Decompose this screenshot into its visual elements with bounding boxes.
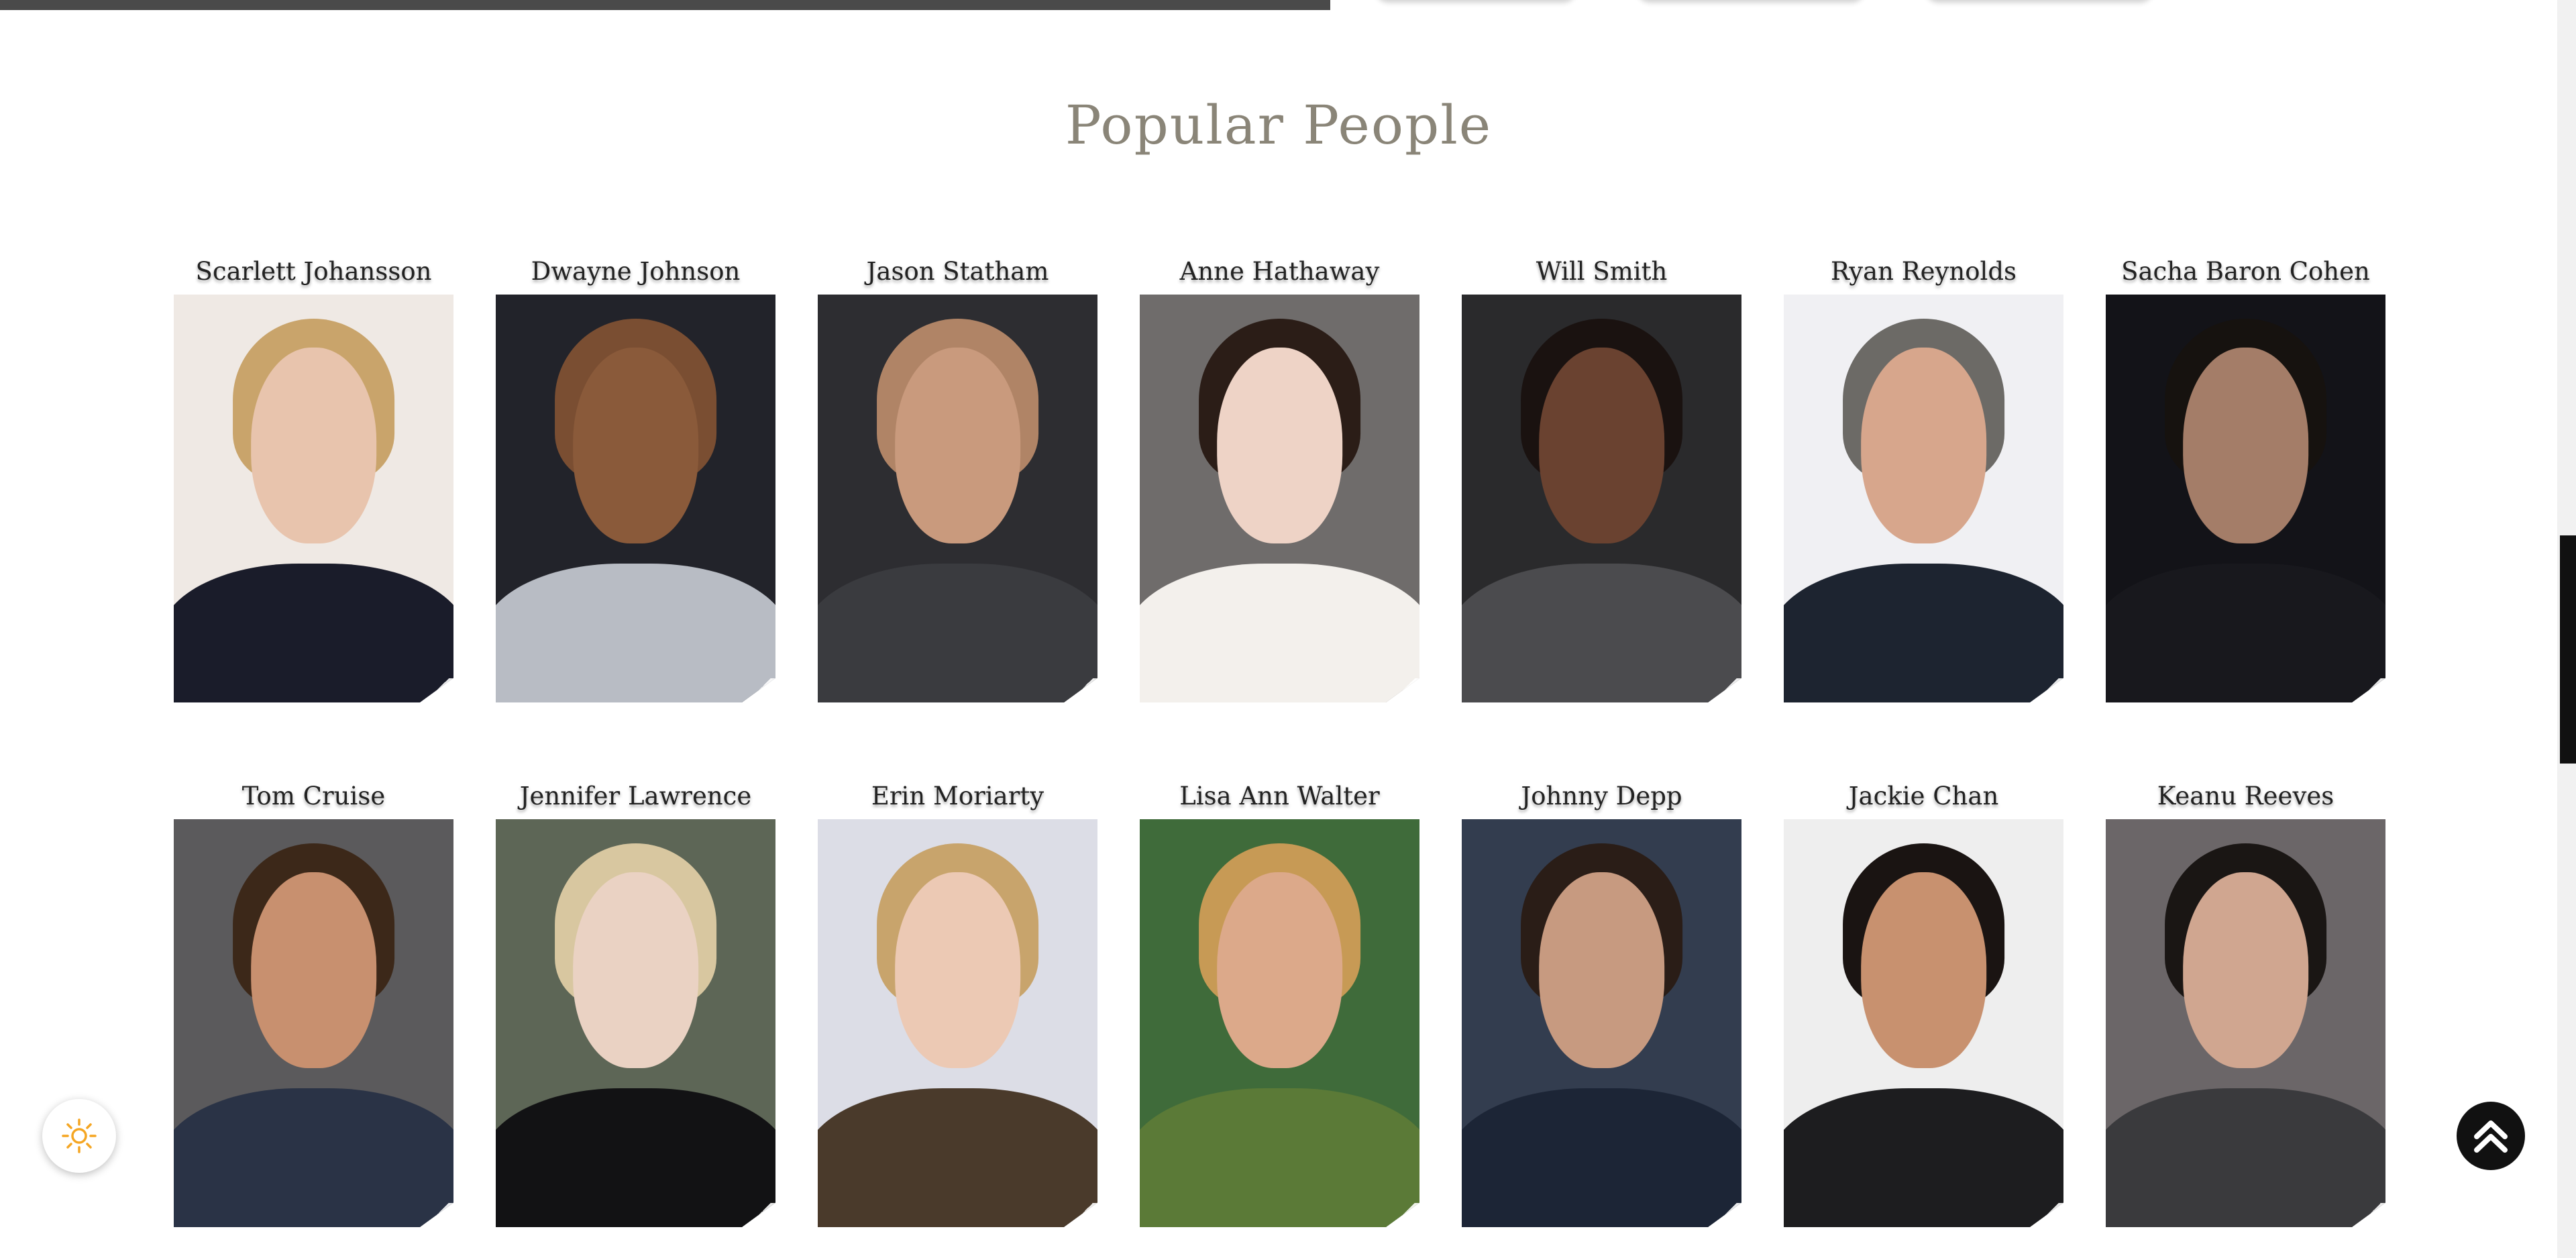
person-card[interactable]: Johnny Depp	[1462, 776, 1741, 1227]
photo-body	[496, 564, 775, 702]
back-to-top-button[interactable]	[2457, 1102, 2525, 1170]
person-photo[interactable]	[174, 295, 453, 702]
photo-body	[1784, 1088, 2063, 1227]
person-name[interactable]: Keanu Reeves	[2106, 776, 2385, 817]
page-curl-corner	[1064, 1203, 1097, 1227]
person-photo[interactable]	[2106, 819, 2385, 1227]
photo-body	[818, 1088, 1097, 1227]
theme-toggle-button[interactable]	[42, 1099, 116, 1173]
person-card[interactable]: Jackie Chan	[1784, 776, 2063, 1227]
person-card[interactable]: Ryan Reynolds	[1784, 252, 2063, 702]
photo-face	[572, 872, 699, 1068]
page-curl-corner	[742, 1203, 775, 1227]
scrollbar-thumb[interactable]	[2560, 535, 2576, 764]
person-photo[interactable]	[174, 819, 453, 1227]
vertical-scrollbar[interactable]	[2557, 0, 2576, 1258]
photo-face	[572, 348, 699, 543]
person-name[interactable]: Ryan Reynolds	[1784, 252, 2063, 292]
photo-body	[1462, 1088, 1741, 1227]
person-card[interactable]: Tom Cruise	[174, 776, 453, 1227]
page-curl-corner	[1386, 678, 1419, 702]
person-name[interactable]: Jennifer Lawrence	[496, 776, 775, 817]
person-card[interactable]: Will Smith	[1462, 252, 1741, 702]
photo-face	[2182, 348, 2309, 543]
photo-body	[1140, 564, 1419, 702]
page-curl-corner	[420, 1203, 453, 1227]
person-photo[interactable]	[1462, 819, 1741, 1227]
photo-body	[1462, 564, 1741, 702]
person-card[interactable]: Dwayne Johnson	[496, 252, 775, 702]
photo-face	[1538, 348, 1665, 543]
page: Popular People Scarlett Johansson Dwayne …	[0, 0, 2576, 1258]
person-name[interactable]: Anne Hathaway	[1140, 252, 1419, 292]
photo-face	[1216, 348, 1343, 543]
person-photo[interactable]	[1462, 295, 1741, 702]
person-card[interactable]: Erin Moriarty	[818, 776, 1097, 1227]
photo-face	[1860, 872, 1987, 1068]
person-name[interactable]: Scarlett Johansson	[174, 252, 453, 292]
photo-face	[250, 872, 377, 1068]
person-photo[interactable]	[818, 295, 1097, 702]
person-name[interactable]: Johnny Depp	[1462, 776, 1741, 817]
photo-face	[1216, 872, 1343, 1068]
person-photo[interactable]	[1784, 819, 2063, 1227]
page-curl-corner	[742, 678, 775, 702]
page-curl-corner	[2030, 1203, 2063, 1227]
person-name[interactable]: Lisa Ann Walter	[1140, 776, 1419, 817]
photo-face	[250, 348, 377, 543]
reading-progress-bar	[0, 0, 1330, 10]
person-photo[interactable]	[496, 295, 775, 702]
page-curl-corner	[1064, 678, 1097, 702]
section-title: Popular People	[1065, 94, 1493, 156]
photo-face	[1860, 348, 1987, 543]
people-grid: Scarlett Johansson Dwayne Johnson Jason St…	[174, 252, 2385, 1227]
person-name[interactable]: Jason Statham	[818, 252, 1097, 292]
photo-face	[1538, 872, 1665, 1068]
photo-body	[174, 564, 453, 702]
photo-face	[2182, 872, 2309, 1068]
person-card[interactable]: Jennifer Lawrence	[496, 776, 775, 1227]
person-photo[interactable]	[496, 819, 775, 1227]
person-photo[interactable]	[1140, 819, 1419, 1227]
person-name[interactable]: Dwayne Johnson	[496, 252, 775, 292]
person-name[interactable]: Sacha Baron Cohen	[2106, 252, 2385, 292]
person-card[interactable]: Lisa Ann Walter	[1140, 776, 1419, 1227]
photo-face	[894, 872, 1021, 1068]
person-card[interactable]: Keanu Reeves	[2106, 776, 2385, 1227]
person-card[interactable]: Jason Statham	[818, 252, 1097, 702]
person-name[interactable]: Jackie Chan	[1784, 776, 2063, 817]
person-photo[interactable]	[818, 819, 1097, 1227]
photo-face	[894, 348, 1021, 543]
page-curl-corner	[1708, 1203, 1741, 1227]
photo-body	[818, 564, 1097, 702]
person-name[interactable]: Tom Cruise	[174, 776, 453, 817]
person-photo[interactable]	[1784, 295, 2063, 702]
page-curl-corner	[2030, 678, 2063, 702]
double-chevron-up-icon	[2474, 1120, 2508, 1153]
photo-body	[1784, 564, 2063, 702]
person-photo[interactable]	[1140, 295, 1419, 702]
person-card[interactable]: Sacha Baron Cohen	[2106, 252, 2385, 702]
person-card[interactable]: Anne Hathaway	[1140, 252, 1419, 702]
person-card[interactable]: Scarlett Johansson	[174, 252, 453, 702]
page-curl-corner	[1386, 1203, 1419, 1227]
photo-body	[1140, 1088, 1419, 1227]
photo-body	[496, 1088, 775, 1227]
page-curl-corner	[2352, 1203, 2385, 1227]
page-curl-corner	[420, 678, 453, 702]
photo-body	[2106, 564, 2385, 702]
page-curl-corner	[1708, 678, 1741, 702]
person-name[interactable]: Will Smith	[1462, 252, 1741, 292]
person-name[interactable]: Erin Moriarty	[818, 776, 1097, 817]
page-curl-corner	[2352, 678, 2385, 702]
photo-body	[174, 1088, 453, 1227]
sun-icon	[62, 1118, 97, 1153]
photo-body	[2106, 1088, 2385, 1227]
person-photo[interactable]	[2106, 295, 2385, 702]
